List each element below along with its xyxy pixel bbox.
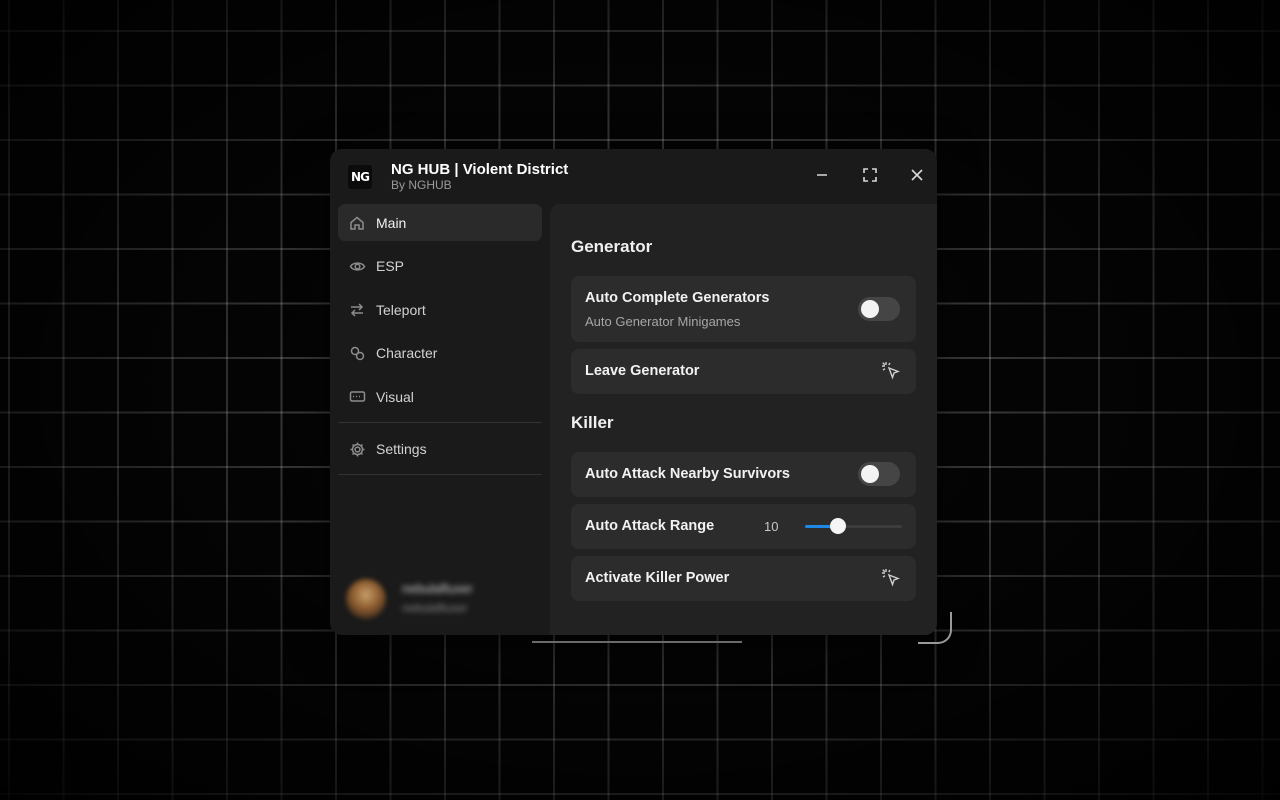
row-label: Leave Generator bbox=[585, 363, 700, 379]
sidebar-item-character[interactable]: Character bbox=[338, 335, 542, 372]
section-title-killer: Killer bbox=[571, 413, 614, 432]
sidebar-item-teleport[interactable]: Teleport bbox=[338, 291, 542, 328]
window-subtitle: By NGHUB bbox=[391, 178, 452, 192]
row-label: Auto Attack Nearby Survivors bbox=[585, 466, 790, 482]
character-icon bbox=[348, 344, 366, 362]
slider-thumb[interactable] bbox=[829, 518, 846, 534]
sidebar-item-main[interactable]: Main bbox=[338, 204, 542, 241]
bottom-edge-line bbox=[532, 641, 742, 643]
hub-window: NG NG HUB | Violent District By NGHUB Ma… bbox=[330, 149, 937, 635]
slider-value: 10 bbox=[764, 519, 779, 534]
range-slider[interactable] bbox=[805, 518, 902, 534]
minimize-button[interactable] bbox=[810, 163, 834, 187]
gear-icon bbox=[348, 440, 366, 458]
auto-complete-generators-row: Auto Complete Generators Auto Generator … bbox=[571, 276, 916, 342]
leave-generator-row[interactable]: Leave Generator bbox=[571, 349, 916, 394]
close-button[interactable] bbox=[905, 163, 929, 187]
section-title-generator: Generator bbox=[571, 237, 653, 256]
profile-display-name: nebulafluxer bbox=[402, 581, 473, 596]
row-description: Auto Generator Minigames bbox=[585, 314, 741, 329]
sidebar-item-label: Main bbox=[376, 214, 407, 231]
sidebar: Main ESP Teleport Character Visual Setti… bbox=[338, 204, 542, 483]
display-icon bbox=[348, 388, 366, 406]
sidebar-divider bbox=[338, 474, 542, 475]
auto-attack-range-row: Auto Attack Range 10 bbox=[571, 504, 916, 549]
sidebar-item-visual[interactable]: Visual bbox=[338, 378, 542, 415]
row-label: Auto Complete Generators bbox=[585, 290, 770, 306]
home-icon bbox=[348, 214, 366, 232]
sidebar-item-label: Teleport bbox=[376, 301, 426, 318]
auto-attack-toggle[interactable] bbox=[858, 462, 900, 486]
minimize-icon bbox=[817, 174, 827, 176]
user-profile: nebulafluxer nebulafluxer bbox=[346, 577, 536, 623]
auto-complete-generators-toggle[interactable] bbox=[858, 297, 900, 321]
row-label: Activate Killer Power bbox=[585, 570, 730, 586]
resize-corner[interactable] bbox=[918, 612, 952, 644]
eye-icon bbox=[348, 257, 366, 275]
cursor-click-icon[interactable] bbox=[880, 567, 902, 589]
activate-killer-power-row[interactable]: Activate Killer Power bbox=[571, 556, 916, 601]
sidebar-item-label: Settings bbox=[376, 441, 427, 457]
main-panel: Generator Auto Complete Generators Auto … bbox=[550, 204, 937, 635]
cursor-click-icon[interactable] bbox=[880, 360, 902, 382]
app-logo: NG bbox=[348, 165, 372, 189]
toggle-knob bbox=[861, 300, 879, 318]
avatar bbox=[346, 579, 386, 619]
sidebar-item-label: Character bbox=[376, 345, 438, 361]
swap-arrows-icon bbox=[348, 301, 366, 319]
sidebar-divider bbox=[338, 421, 542, 423]
sidebar-item-label: Visual bbox=[376, 388, 414, 405]
maximize-icon bbox=[863, 168, 877, 182]
row-label: Auto Attack Range bbox=[585, 518, 715, 534]
sidebar-item-label: ESP bbox=[376, 258, 405, 274]
title-bar[interactable]: NG NG HUB | Violent District By NGHUB bbox=[330, 149, 937, 201]
close-icon bbox=[911, 169, 923, 181]
profile-username: nebulafluxer bbox=[402, 601, 468, 615]
window-title: NG HUB | Violent District bbox=[391, 161, 569, 178]
maximize-button[interactable] bbox=[858, 163, 882, 187]
sidebar-item-esp[interactable]: ESP bbox=[338, 248, 542, 285]
auto-attack-row: Auto Attack Nearby Survivors bbox=[571, 452, 916, 497]
toggle-knob bbox=[861, 465, 879, 483]
sidebar-item-settings[interactable]: Settings bbox=[338, 431, 542, 468]
